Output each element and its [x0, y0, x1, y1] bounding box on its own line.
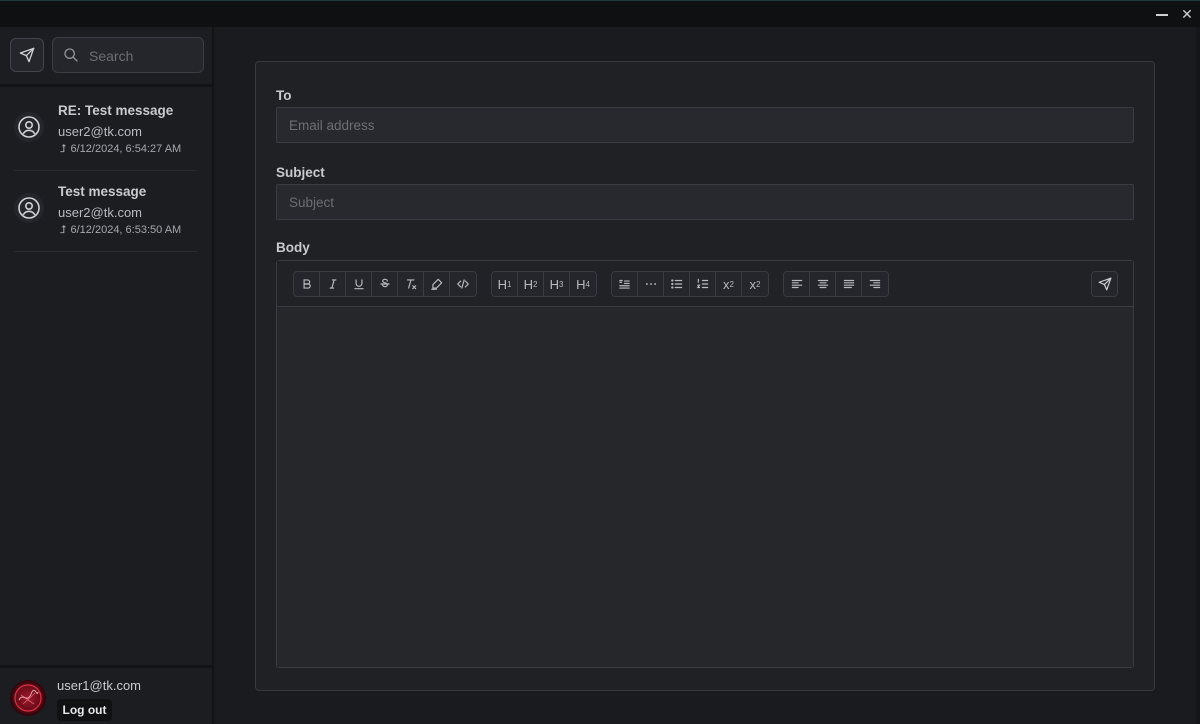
- message-list: RE: Test message user2@tk.com ⮥ 6/12/2024…: [0, 90, 214, 252]
- message-date: ⮥ 6/12/2024, 6:53:50 AM: [60, 224, 181, 237]
- subscript-button[interactable]: x2: [716, 272, 742, 296]
- close-icon[interactable]: ✕: [1178, 5, 1196, 23]
- editor-body[interactable]: [277, 308, 1133, 667]
- blockquote-button[interactable]: [612, 272, 638, 296]
- clear-format-button[interactable]: [398, 272, 424, 296]
- align-group: [783, 271, 889, 297]
- message-sender: user2@tk.com: [58, 124, 142, 139]
- horizontal-rule-icon: [645, 283, 656, 285]
- to-field[interactable]: [276, 107, 1134, 143]
- superscript-button[interactable]: x2: [742, 272, 768, 296]
- subject-field[interactable]: [276, 184, 1134, 220]
- main-content: To Subject Body: [214, 27, 1200, 724]
- h1-index: 1: [506, 279, 512, 289]
- message-sender: user2@tk.com: [58, 205, 142, 220]
- italic-button[interactable]: [320, 272, 346, 296]
- italic-icon: [329, 279, 336, 289]
- strikethrough-button[interactable]: [372, 272, 398, 296]
- reply-icon: ⮥: [60, 143, 67, 155]
- code-icon: [457, 279, 469, 289]
- subscript-index: 2: [729, 279, 734, 289]
- logout-button[interactable]: Log out: [57, 699, 112, 721]
- align-center-icon: [817, 279, 828, 289]
- to-label: To: [276, 88, 292, 103]
- user-circle-icon: [18, 197, 40, 219]
- compose-card: To Subject Body: [255, 61, 1155, 691]
- avatar: [14, 193, 44, 223]
- search-input[interactable]: [89, 46, 199, 66]
- compose-button[interactable]: [10, 38, 44, 72]
- subject-label: Subject: [276, 165, 325, 180]
- heading-group: H1 H2 H3 H4: [491, 271, 597, 297]
- title-bar: ✕: [0, 0, 1200, 27]
- send-button[interactable]: [1091, 271, 1118, 297]
- underline-button[interactable]: [346, 272, 372, 296]
- h3-button[interactable]: H3: [544, 272, 570, 296]
- superscript-index: 2: [756, 279, 761, 289]
- h3-index: 3: [558, 279, 564, 289]
- reply-icon: ⮥: [60, 224, 67, 236]
- bold-icon: [303, 279, 311, 289]
- align-center-button[interactable]: [810, 272, 836, 296]
- strikethrough-icon: [379, 278, 390, 288]
- window-edge: [1196, 27, 1200, 724]
- align-justify-button[interactable]: [836, 272, 862, 296]
- h2-label: H: [523, 276, 533, 292]
- h1-button[interactable]: H1: [492, 272, 518, 296]
- clear-format-icon: [406, 279, 416, 290]
- h4-label: H: [576, 276, 586, 292]
- align-right-button[interactable]: [862, 272, 888, 296]
- sidebar-header: [0, 27, 214, 87]
- h2-button[interactable]: H2: [518, 272, 544, 296]
- avatar: [14, 112, 44, 142]
- message-date-text: 6/12/2024, 6:53:50 AM: [70, 224, 182, 236]
- h2-index: 2: [532, 279, 538, 289]
- h3-label: H: [549, 276, 559, 292]
- h1-label: H: [497, 276, 507, 292]
- search-icon: [64, 48, 78, 62]
- h4-button[interactable]: H4: [570, 272, 596, 296]
- minimize-icon[interactable]: [1153, 5, 1171, 23]
- message-subject: RE: Test message: [58, 103, 174, 118]
- block-group: x2 x2: [611, 271, 769, 297]
- horizontal-rule-button[interactable]: [638, 272, 664, 296]
- message-date: ⮥ 6/12/2024, 6:54:27 AM: [60, 143, 181, 156]
- bullet-list-icon: [670, 279, 682, 289]
- align-right-icon: [869, 279, 881, 289]
- search-box[interactable]: [52, 37, 204, 73]
- subject-input[interactable]: [277, 185, 1133, 219]
- user-circle-icon: [18, 116, 40, 138]
- message-item[interactable]: RE: Test message user2@tk.com ⮥ 6/12/2024…: [14, 90, 197, 171]
- user-email: user1@tk.com: [57, 678, 141, 693]
- user-panel: user1@tk.com Log out: [0, 665, 214, 724]
- send-icon: [1098, 277, 1111, 291]
- sidebar: RE: Test message user2@tk.com ⮥6/12/2024…: [0, 27, 214, 724]
- ordered-list-icon: [696, 278, 708, 289]
- user-avatar: [10, 680, 46, 716]
- underline-icon: [353, 279, 364, 290]
- ordered-list-button[interactable]: [690, 272, 716, 296]
- user-avatar-image: [14, 684, 42, 712]
- message-subject: Test message: [58, 184, 147, 199]
- message-date-text: 6/12/2024, 6:54:27 AM: [70, 143, 182, 155]
- format-group: [293, 271, 477, 297]
- send-icon: [19, 47, 35, 63]
- highlight-icon: [430, 278, 442, 290]
- bold-button[interactable]: [294, 272, 320, 296]
- to-input[interactable]: [277, 108, 1133, 142]
- align-left-icon: [791, 279, 802, 289]
- bullet-list-button[interactable]: [664, 272, 690, 296]
- h4-index: 4: [585, 279, 590, 289]
- align-justify-icon: [843, 279, 854, 289]
- editor-toolbar: H1 H2 H3 H4 x 2 x 2: [277, 261, 1133, 307]
- align-left-button[interactable]: [784, 272, 810, 296]
- highlight-button[interactable]: [424, 272, 450, 296]
- code-button[interactable]: [450, 272, 476, 296]
- blockquote-icon: [619, 279, 630, 289]
- body-label: Body: [276, 240, 310, 255]
- rich-text-editor: H1 H2 H3 H4 x 2 x 2: [276, 260, 1134, 668]
- message-item[interactable]: Test message user2@tk.com ⮥ 6/12/2024, 6:…: [14, 171, 197, 252]
